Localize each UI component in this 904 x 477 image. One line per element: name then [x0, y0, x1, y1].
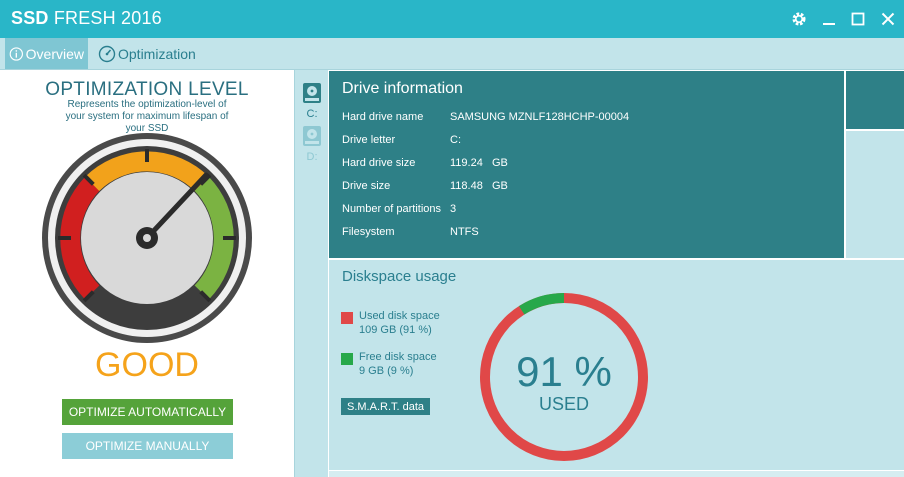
optimize-manually-button[interactable]: OPTIMIZE MANUALLY: [62, 433, 233, 459]
optimization-status: GOOD: [95, 346, 199, 384]
diskspace-usage-panel: Diskspace usage Used disk space 109 GB (…: [329, 260, 904, 470]
optimization-level-subtitle: Represents the optimization-level of you…: [65, 99, 229, 134]
optimize-automatically-button[interactable]: OPTIMIZE AUTOMATICALLY: [62, 399, 233, 425]
tab-optimization[interactable]: Optimization: [94, 38, 204, 69]
maximize-button[interactable]: [843, 0, 873, 38]
info-icon: [9, 46, 23, 61]
minimize-button[interactable]: [814, 0, 844, 38]
drive-item-d[interactable]: D:: [300, 125, 324, 163]
hard-drive-icon: [303, 126, 321, 146]
optimization-level-panel: OPTIMIZATION LEVEL Represents the optimi…: [0, 70, 294, 477]
close-button[interactable]: [873, 0, 903, 38]
side-tile-dark: [846, 71, 904, 129]
used-percentage: 91 %: [516, 348, 612, 395]
tab-overview[interactable]: Overview: [5, 38, 88, 69]
drive-item-c[interactable]: C:: [300, 82, 324, 120]
title-bar: SSD FRESH 2016: [0, 0, 904, 38]
free-swatch: [341, 353, 353, 365]
app-title: SSD FRESH 2016: [11, 8, 162, 28]
bottom-strip: [329, 471, 904, 477]
diskspace-heading: Diskspace usage: [342, 268, 457, 285]
drive-information-panel: Drive information Hard drive name SAMSUNG…: [329, 71, 844, 258]
tab-bar: Overview Optimization: [0, 38, 904, 70]
optimization-level-title: OPTIMIZATION LEVEL: [45, 79, 249, 100]
side-tile-light: [846, 131, 904, 258]
settings-gear-icon[interactable]: [784, 0, 814, 38]
hard-drive-icon: [303, 83, 321, 103]
drive-information-heading: Drive information: [342, 80, 463, 97]
used-swatch: [341, 312, 353, 324]
drive-selector: C: D:: [294, 70, 328, 477]
optimization-gauge: [42, 133, 252, 343]
speedometer-icon: [98, 45, 116, 62]
smart-data-button[interactable]: S.M.A.R.T. data: [341, 398, 431, 415]
used-caption: USED: [538, 394, 589, 414]
